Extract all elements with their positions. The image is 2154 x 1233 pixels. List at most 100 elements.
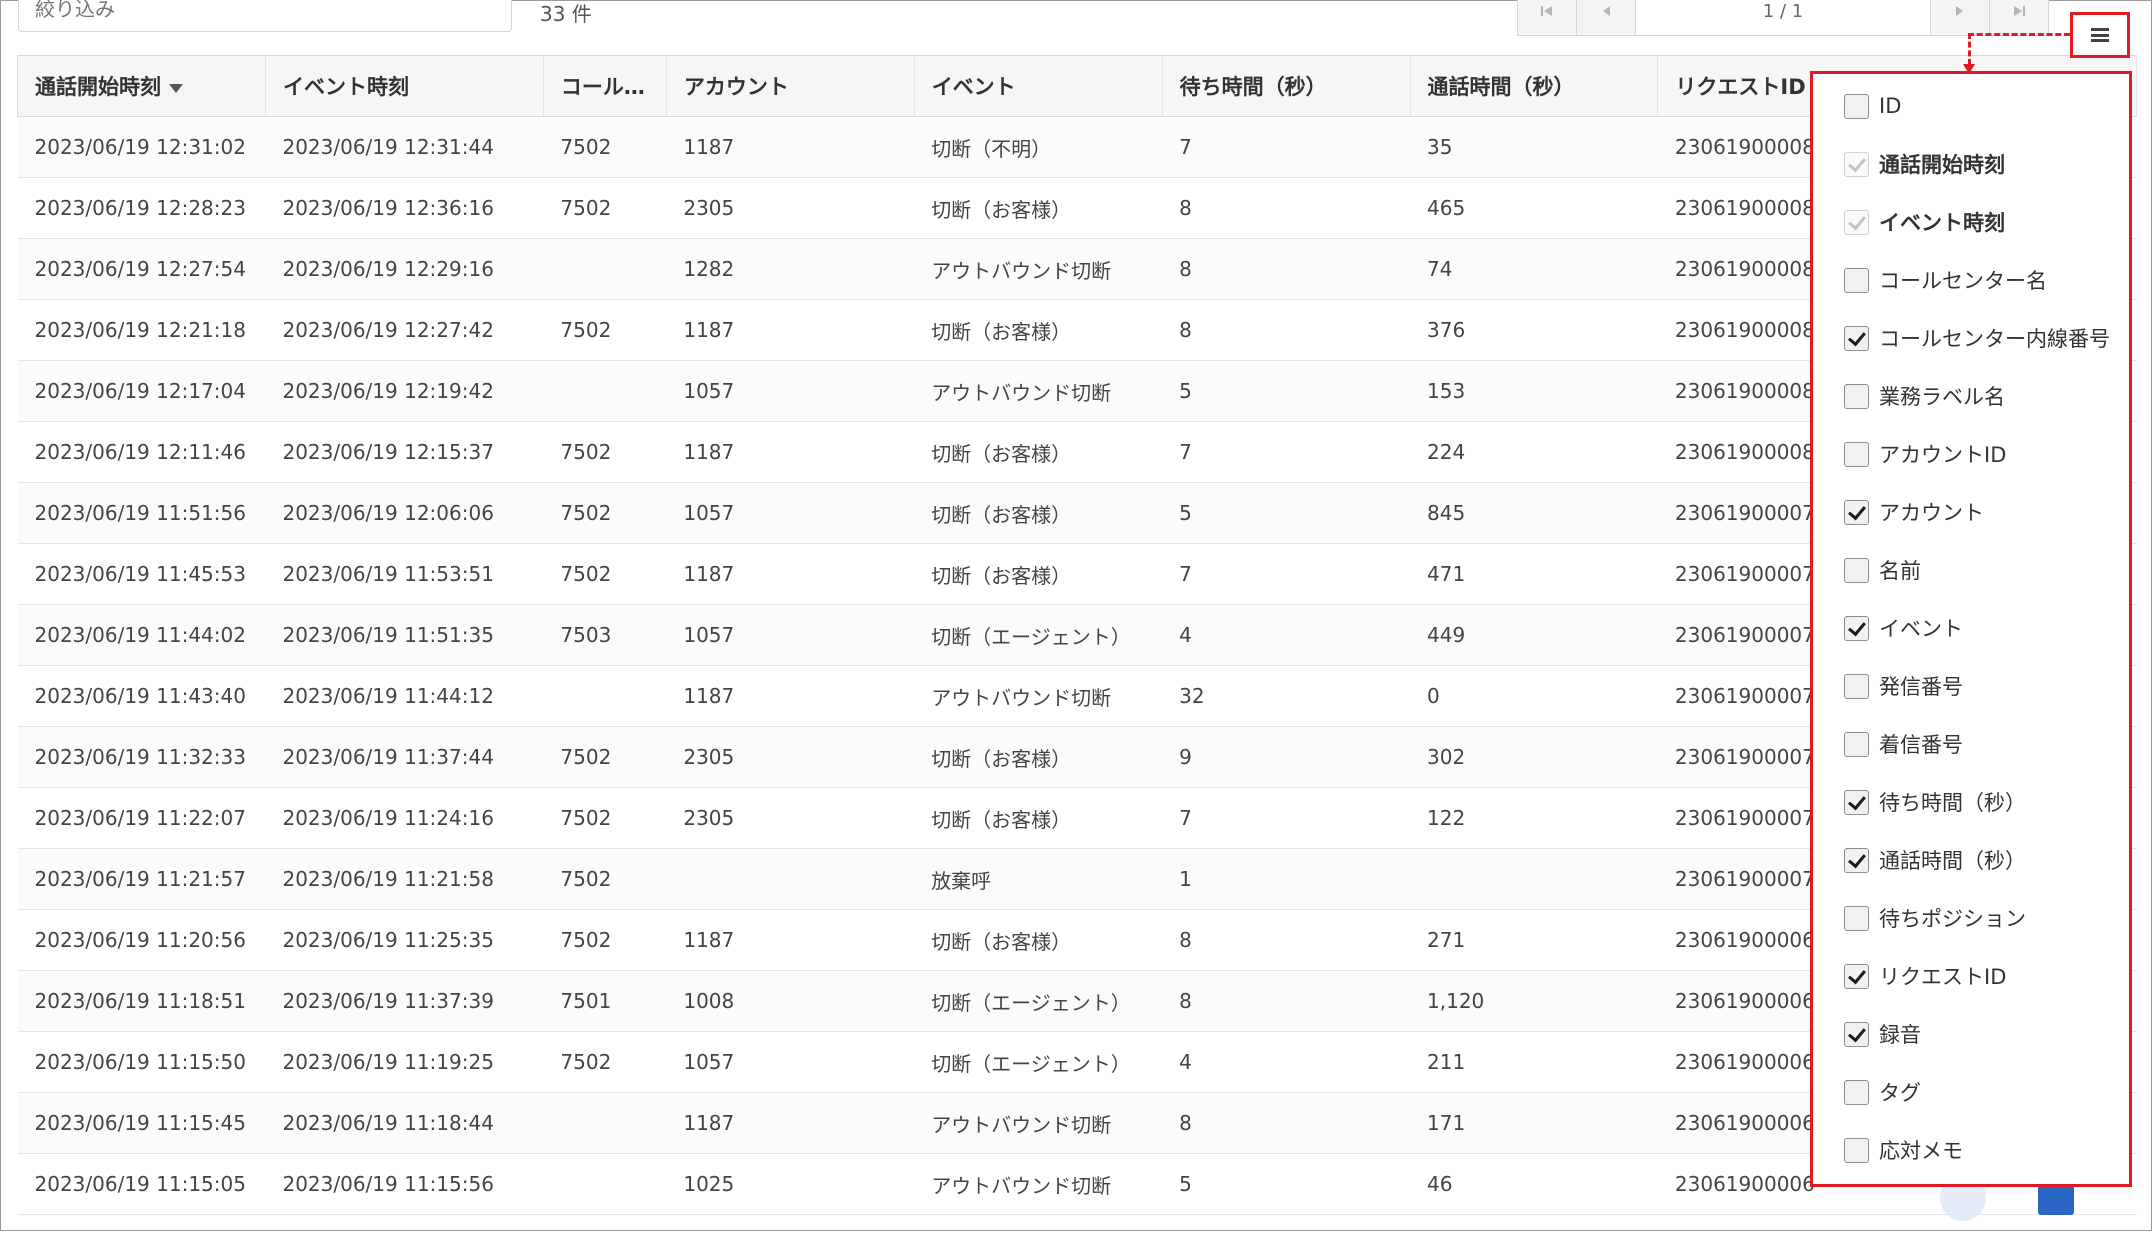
column-option[interactable]: 業務ラベル名 (1844, 378, 2005, 414)
table-cell: 9 (1162, 726, 1411, 788)
column-header[interactable]: イベント (914, 55, 1163, 117)
column-option[interactable]: 録音 (1844, 1016, 1921, 1052)
column-option[interactable]: イベント (1844, 610, 1963, 646)
table-cell: 2023/06/19 12:27:42 (265, 299, 544, 361)
checkbox-checked-icon[interactable] (1844, 325, 1869, 351)
checkbox-unchecked-icon[interactable] (1844, 93, 1869, 119)
table-cell: アウトバウンド切断 (914, 360, 1163, 422)
table-cell: 1057 (666, 482, 915, 544)
column-option-label: ID (1879, 94, 1902, 118)
table-cell: 1282 (666, 238, 915, 300)
table-cell: 2023/06/19 11:19:25 (265, 1031, 544, 1093)
table-cell: 切断（お客様） (914, 177, 1163, 239)
column-option: イベント時刻 (1844, 204, 2005, 240)
column-option-label: アカウントID (1879, 443, 2007, 467)
checkbox-unchecked-icon[interactable] (1844, 441, 1869, 467)
table-cell: 5 (1162, 482, 1411, 544)
table-cell: 2305 (666, 726, 915, 788)
table-cell: 74 (1410, 238, 1658, 300)
column-option-label: 待ち時間（秒） (1879, 791, 2026, 815)
column-option-label: コールセンター内線番号 (1879, 327, 2110, 351)
table-cell: 1,120 (1410, 970, 1658, 1032)
table-cell: 171 (1410, 1092, 1658, 1154)
checkbox-unchecked-icon[interactable] (1844, 383, 1869, 409)
column-header[interactable]: 通話時間（秒） (1410, 55, 1659, 117)
column-option[interactable]: ID (1844, 88, 1901, 124)
column-option[interactable]: 待ち時間（秒） (1844, 784, 2026, 820)
table-cell: 0 (1410, 665, 1658, 727)
checkbox-checked-icon[interactable] (1844, 789, 1869, 815)
column-header[interactable]: 通話開始時刻 (17, 55, 266, 117)
column-option[interactable]: 発信番号 (1844, 668, 1963, 704)
checkbox-checked-icon[interactable] (1844, 963, 1869, 989)
table-cell: 1057 (666, 360, 915, 422)
column-header[interactable]: イベント時刻 (265, 55, 544, 117)
table-cell: 切断（お客様） (914, 482, 1163, 544)
column-option[interactable]: タグ (1844, 1074, 1921, 1110)
checkbox-unchecked-icon[interactable] (1844, 1137, 1869, 1163)
table-cell: 2023/06/19 11:15:50 (17, 1031, 266, 1093)
download-icon[interactable] (2038, 1185, 2074, 1215)
prev-page-button[interactable] (1576, 0, 1636, 36)
table-cell: 7502 (543, 787, 667, 849)
table-cell: 2023/06/19 11:51:35 (265, 604, 544, 666)
last-page-button[interactable] (1989, 0, 2049, 36)
checkbox-checked-icon (1844, 151, 1869, 177)
checkbox-unchecked-icon[interactable] (1844, 731, 1869, 757)
table-cell: 2023/06/19 11:21:57 (17, 848, 266, 910)
table-cell: 1187 (666, 543, 915, 605)
column-option[interactable]: アカウントID (1844, 436, 2006, 472)
checkbox-unchecked-icon[interactable] (1844, 905, 1869, 931)
table-cell: 32 (1162, 665, 1411, 727)
column-option-label: アカウント (1879, 501, 1984, 525)
table-cell: 35 (1410, 116, 1658, 178)
checkbox-checked-icon[interactable] (1844, 499, 1869, 525)
column-menu-button[interactable] (2070, 12, 2130, 58)
table-cell: アウトバウンド切断 (914, 1092, 1163, 1154)
column-option[interactable]: アカウント (1844, 494, 1984, 530)
checkbox-unchecked-icon[interactable] (1844, 1079, 1869, 1105)
column-option[interactable]: 応対メモ (1844, 1132, 1963, 1168)
checkbox-unchecked-icon[interactable] (1844, 673, 1869, 699)
table-cell: 7502 (543, 1031, 667, 1093)
table-cell: 7 (1162, 543, 1411, 605)
column-header[interactable]: アカウント (666, 55, 915, 117)
next-page-button[interactable] (1930, 0, 1990, 36)
table-cell: 4 (1162, 604, 1411, 666)
table-cell: 2023/06/19 11:25:35 (265, 909, 544, 971)
column-header[interactable]: コール… (543, 55, 667, 117)
table-cell: 7502 (543, 482, 667, 544)
checkbox-unchecked-icon[interactable] (1844, 267, 1869, 293)
column-option: 通話開始時刻 (1844, 146, 2005, 182)
first-page-icon (1541, 6, 1552, 16)
table-cell: 7502 (543, 299, 667, 361)
table-cell: 153 (1410, 360, 1658, 422)
page-indicator: 1 / 1 (1635, 0, 1931, 36)
column-option[interactable]: 名前 (1844, 552, 1921, 588)
table-cell: 2023/06/19 12:06:06 (265, 482, 544, 544)
table-cell: 7502 (543, 177, 667, 239)
column-option[interactable]: 待ちポジション (1844, 900, 2026, 936)
table-cell: 2023/06/19 12:31:44 (265, 116, 544, 178)
column-option-label: コールセンター名 (1879, 269, 2047, 293)
checkbox-checked-icon[interactable] (1844, 1021, 1869, 1047)
table-cell: 1057 (666, 1031, 915, 1093)
filter-input[interactable] (18, 0, 512, 32)
table-cell (666, 848, 915, 910)
table-cell: 2023/06/19 11:15:45 (17, 1092, 266, 1154)
column-option[interactable]: コールセンター名 (1844, 262, 2047, 298)
checkbox-checked-icon[interactable] (1844, 847, 1869, 873)
table-cell: 切断（お客様） (914, 726, 1163, 788)
column-option[interactable]: 通話時間（秒） (1844, 842, 2026, 878)
annotation-dashed-line (1968, 33, 1971, 65)
column-header[interactable]: 待ち時間（秒） (1162, 55, 1411, 117)
first-page-button[interactable] (1517, 0, 1577, 36)
checkbox-unchecked-icon[interactable] (1844, 557, 1869, 583)
table-cell: 2023/06/19 11:32:33 (17, 726, 266, 788)
checkbox-checked-icon[interactable] (1844, 615, 1869, 641)
column-option[interactable]: コールセンター内線番号 (1844, 320, 2110, 356)
column-option[interactable]: リクエストID (1844, 958, 2006, 994)
next-page-icon (1956, 6, 1963, 16)
column-option[interactable]: 着信番号 (1844, 726, 1963, 762)
table-cell: 2023/06/19 11:18:44 (265, 1092, 544, 1154)
